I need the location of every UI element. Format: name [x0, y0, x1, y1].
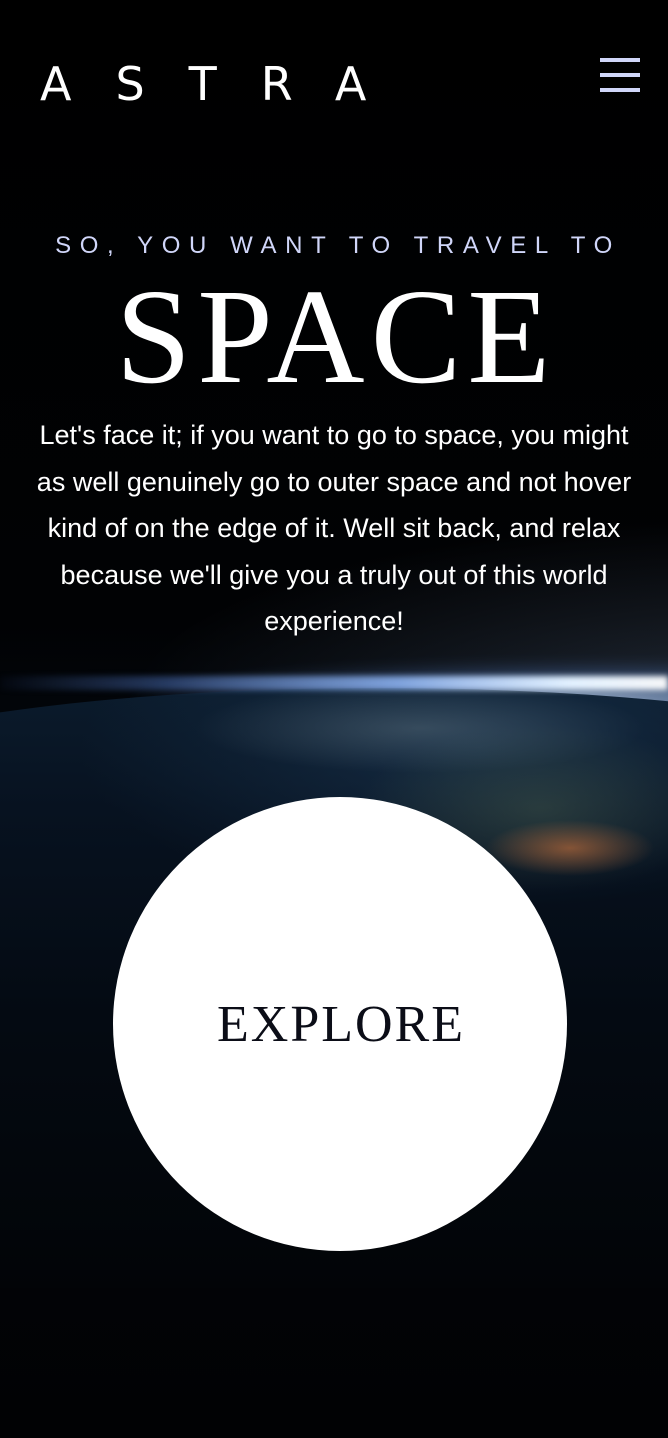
hero-headline: SPACE — [115, 262, 557, 412]
hamburger-menu-icon-bar — [600, 88, 640, 92]
hamburger-menu-button[interactable] — [598, 56, 642, 96]
home-page: ASTRA SO, YOU WANT TO TRAVEL TO SPACE Le… — [0, 0, 668, 1438]
hero-description: Let's face it; if you want to go to spac… — [36, 420, 632, 636]
explore-button-label: EXPLORE — [217, 995, 465, 1053]
explore-button[interactable]: EXPLORE — [113, 797, 567, 1251]
site-header: ASTRA — [0, 0, 668, 140]
atmosphere-horizon-line — [0, 676, 668, 690]
site-logo[interactable]: ASTRA — [40, 56, 410, 112]
hero-section: SO, YOU WANT TO TRAVEL TO SPACE Let's fa… — [0, 224, 668, 645]
hamburger-menu-icon-bar — [600, 73, 640, 77]
hamburger-menu-icon — [600, 58, 640, 62]
